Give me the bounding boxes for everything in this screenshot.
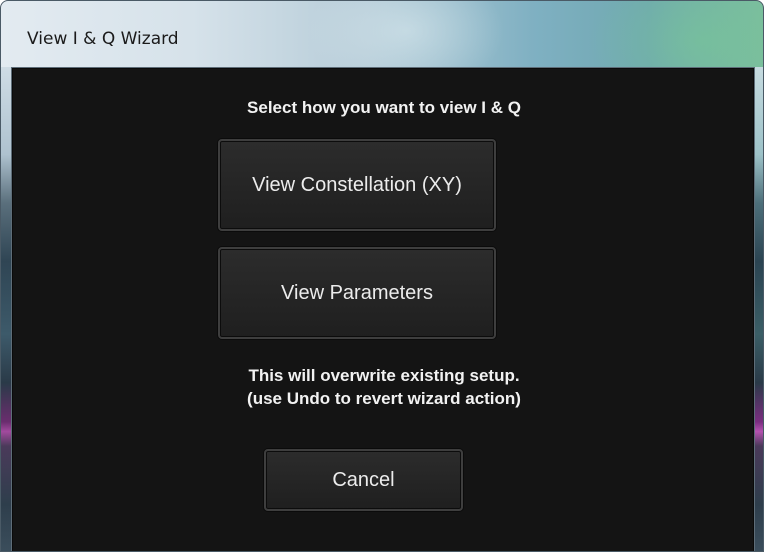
view-constellation-button[interactable]: View Constellation (XY) xyxy=(218,139,496,231)
warning-text-line2: (use Undo to revert wizard action) xyxy=(247,389,521,408)
window-frame-left xyxy=(1,67,11,551)
view-parameters-label: View Parameters xyxy=(281,281,433,304)
dialog-heading: Select how you want to view I & Q xyxy=(247,98,521,117)
view-parameters-button[interactable]: View Parameters xyxy=(218,247,496,339)
wizard-window: View I & Q Wizard Select how you want to… xyxy=(0,0,764,552)
cancel-label: Cancel xyxy=(332,468,395,491)
warning-text-line1: This will overwrite existing setup. xyxy=(248,366,520,385)
view-constellation-label: View Constellation (XY) xyxy=(252,173,462,196)
window-title: View I & Q Wizard xyxy=(27,29,179,49)
cancel-button[interactable]: Cancel xyxy=(264,449,463,511)
dialog-body: Select how you want to view I & Q View C… xyxy=(11,67,755,551)
